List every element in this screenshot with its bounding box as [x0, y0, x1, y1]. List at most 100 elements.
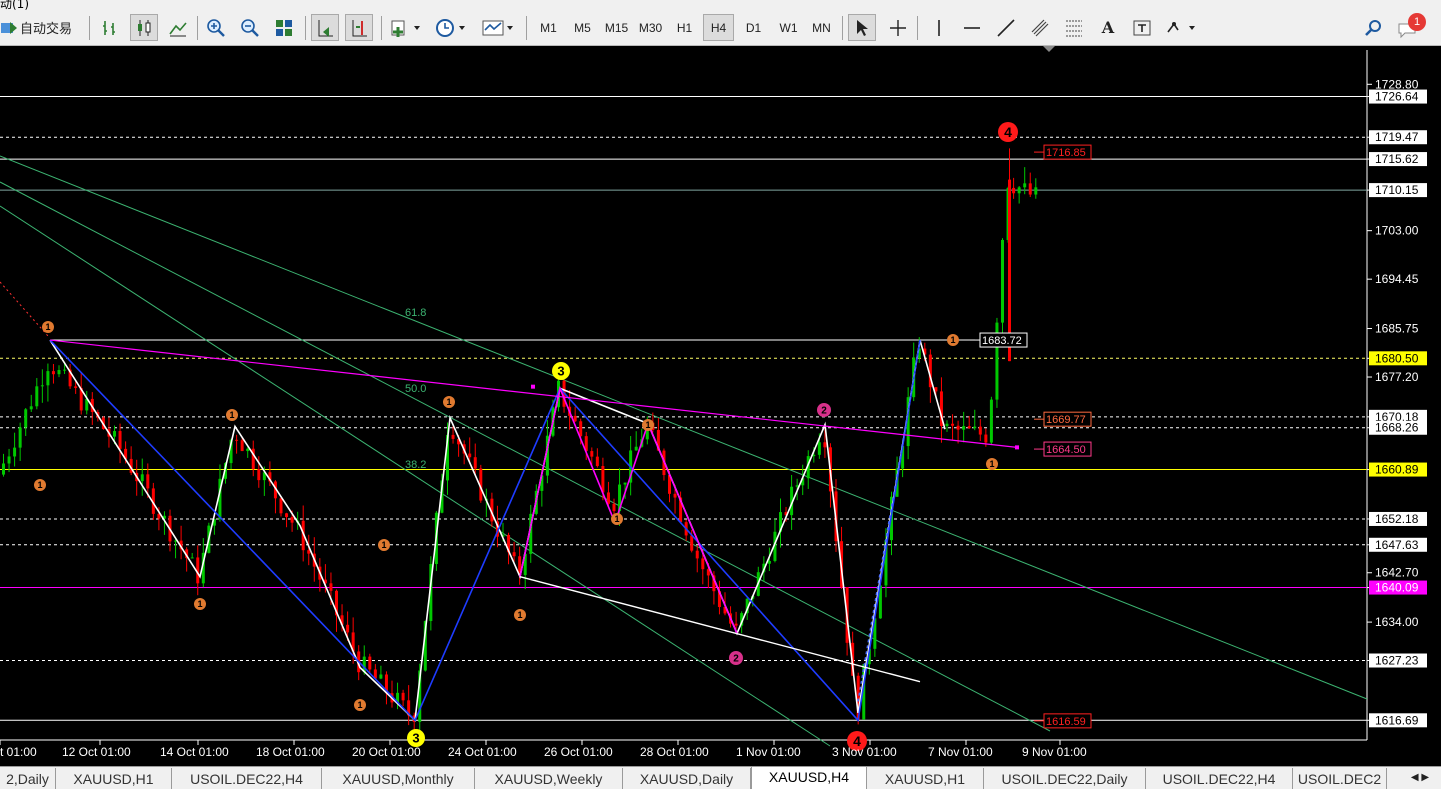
- zoom-out-button[interactable]: [236, 14, 264, 41]
- candle-body: [235, 439, 239, 441]
- horizontal-line-button[interactable]: [958, 14, 986, 41]
- timeframe-h1-button[interactable]: H1: [669, 14, 700, 41]
- cursor-tool-button[interactable]: [848, 14, 876, 41]
- chart-tab[interactable]: XAUUSD,Daily: [623, 768, 751, 789]
- text-label-button[interactable]: [1128, 14, 1156, 41]
- wave-marker-label: 1: [950, 335, 955, 345]
- chart-tab[interactable]: XAUUSD,H1: [56, 768, 172, 789]
- search-button[interactable]: [1360, 14, 1386, 41]
- wave-marker-label: 1: [446, 397, 451, 407]
- crosshair-icon: [890, 19, 906, 36]
- price-axis-label: 1640.09: [1375, 581, 1419, 595]
- wave-marker-label: 1: [229, 410, 234, 420]
- chart-shift-button[interactable]: [345, 14, 373, 41]
- wave-marker-label: 3: [412, 731, 419, 746]
- equidistant-channel-button[interactable]: [1026, 14, 1054, 41]
- wave-marker-label: 4: [1004, 124, 1012, 140]
- candle-body: [967, 426, 971, 429]
- chart-tab[interactable]: USOIL.DEC22,Daily: [984, 768, 1146, 789]
- maximize-button[interactable]: [1390, 0, 1416, 9]
- candle-body: [279, 498, 283, 514]
- vertical-line-button[interactable]: [925, 14, 953, 41]
- price-axis-label: 1710.15: [1375, 183, 1419, 197]
- candle-body: [18, 427, 22, 448]
- candle-body: [767, 560, 771, 564]
- crosshair-button[interactable]: [884, 14, 912, 41]
- candle-body: [29, 406, 33, 410]
- time-axis-label: 26 Oct 01:00: [544, 745, 613, 759]
- tab-scroll-arrows[interactable]: ◀ ▶: [1400, 769, 1440, 787]
- fib-level-label: 38.2: [405, 459, 426, 471]
- templates-icon: [482, 20, 513, 35]
- cursor-icon: [857, 19, 868, 36]
- chart-tab[interactable]: 2,Daily: [0, 768, 56, 789]
- tile-windows-button[interactable]: [270, 14, 298, 41]
- timeframe-d1-button[interactable]: D1: [738, 14, 769, 41]
- minimize-button[interactable]: [1362, 0, 1388, 9]
- templates-button[interactable]: [478, 14, 520, 41]
- timeframe-label: H1: [676, 20, 693, 35]
- magenta-trendline[interactable]: [49, 339, 1018, 448]
- chart-tab[interactable]: USOIL.DEC22,H4: [172, 768, 322, 789]
- timeframe-m30-button[interactable]: M30: [635, 14, 666, 41]
- zigzag-blue-line[interactable]: [49, 339, 921, 723]
- chart-tab[interactable]: USOIL.DEC22,H4: [1146, 768, 1293, 789]
- trendline-icon: [997, 18, 1015, 37]
- fib-level-label: 61.8: [405, 307, 426, 319]
- time-axis-label: 9 Nov 01:00: [1022, 745, 1087, 759]
- text-tool-button[interactable]: A: [1094, 14, 1122, 41]
- timeframe-m1-button[interactable]: M1: [533, 14, 564, 41]
- indicators-button[interactable]: [387, 14, 427, 41]
- candle-body: [257, 469, 261, 481]
- close-button[interactable]: [1416, 0, 1441, 9]
- trendline-handle[interactable]: [1015, 445, 1019, 450]
- fib-fan-line[interactable]: [0, 205, 831, 747]
- trendline-button[interactable]: [992, 14, 1020, 41]
- price-chart[interactable]: 61.8 50.0 38.2 1716.85 1683.72 1669.77 1664.50…: [0, 46, 1441, 766]
- timeframe-label: M30: [638, 20, 663, 35]
- candle-body: [606, 492, 610, 504]
- fib-fan-line[interactable]: [0, 181, 1051, 732]
- timeframe-m5-button[interactable]: M5: [567, 14, 598, 41]
- fibonacci-button[interactable]: [1060, 14, 1088, 41]
- notifications-button[interactable]: 1: [1394, 13, 1428, 41]
- timeframe-w1-button[interactable]: W1: [773, 14, 804, 41]
- candle-body: [701, 558, 705, 570]
- price-axis-label: 1660.89: [1375, 463, 1419, 477]
- window-title-bar: 动(1): [0, 0, 1441, 10]
- wave-marker-label: 1: [517, 610, 522, 620]
- candle-body: [468, 453, 472, 458]
- wave-marker-label: 1: [45, 322, 50, 332]
- channel-icon: [1031, 19, 1049, 36]
- candle-body: [146, 474, 150, 489]
- chart-tab[interactable]: XAUUSD,H1: [867, 768, 984, 789]
- chart-tab[interactable]: XAUUSD,H4: [751, 767, 867, 789]
- autotrade-button[interactable]: 自动交易: [0, 14, 85, 41]
- time-axis-label: 20 Oct 01:00: [352, 745, 421, 759]
- line-chart-button[interactable]: [164, 14, 192, 41]
- periodicity-button[interactable]: [432, 14, 472, 41]
- zoom-in-button[interactable]: [202, 14, 230, 41]
- bar-chart-button[interactable]: [96, 14, 124, 41]
- price-axis-label: 1685.75: [1375, 322, 1419, 336]
- timeframe-h4-button[interactable]: H4: [703, 14, 734, 41]
- candlestick-button[interactable]: [130, 14, 158, 41]
- chart-tab[interactable]: XAUUSD,Monthly: [322, 768, 475, 789]
- chart-tab[interactable]: USOIL.DEC2: [1293, 768, 1387, 789]
- wave-marker-label: 1: [381, 540, 386, 550]
- chart-shift-marker[interactable]: [1043, 46, 1055, 52]
- chart-tab[interactable]: XAUUSD,Weekly: [475, 768, 623, 789]
- timeframe-m15-button[interactable]: M15: [601, 14, 632, 41]
- time-axis-label: t 01:00: [0, 745, 37, 759]
- autotrade-label: 自动交易: [20, 22, 73, 37]
- dotted-trendline[interactable]: [0, 281, 49, 337]
- candle-body: [590, 451, 594, 457]
- candle-body: [401, 692, 405, 701]
- autoscroll-button[interactable]: [311, 14, 339, 41]
- vertical-line-icon: [938, 19, 940, 36]
- time-axis-label: 18 Oct 01:00: [256, 745, 325, 759]
- trendline-handle[interactable]: [531, 384, 535, 389]
- wave-marker-label: 1: [614, 514, 619, 524]
- shapes-menu-button[interactable]: [1162, 14, 1202, 41]
- timeframe-mn-button[interactable]: MN: [806, 14, 837, 41]
